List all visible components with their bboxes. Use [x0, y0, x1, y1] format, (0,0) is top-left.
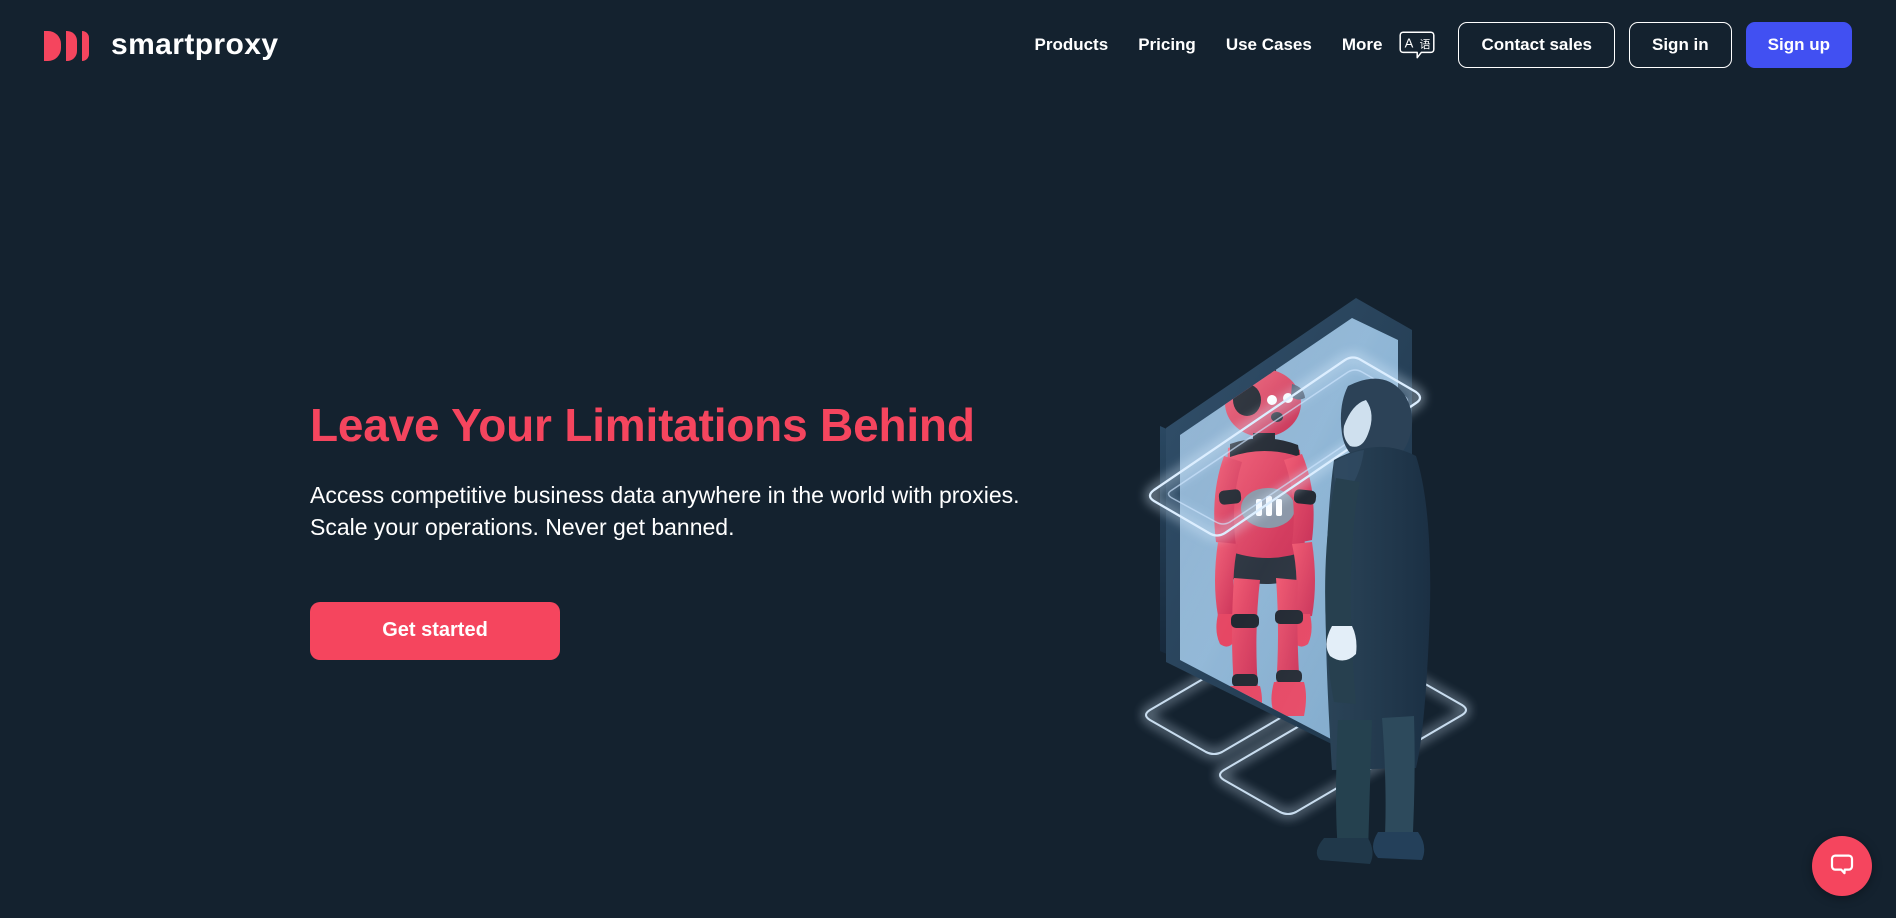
hero-headline: Leave Your Limitations Behind — [310, 399, 975, 451]
nav-link-list: Products Pricing Use Cases More — [1035, 35, 1383, 55]
hero-section: Leave Your Limitations Behind Access com… — [0, 90, 1896, 918]
hero-illustration: A businessman in a dark suit stands faci… — [1120, 190, 1580, 890]
sign-up-button[interactable]: Sign up — [1745, 22, 1852, 68]
language-latin-glyph: A — [1405, 35, 1414, 50]
sign-in-button[interactable]: Sign in — [1629, 22, 1732, 68]
logo-bar-3 — [82, 31, 89, 61]
nav-item-more[interactable]: More — [1342, 35, 1383, 55]
logo-bar-1 — [44, 31, 61, 61]
live-chat-button[interactable] — [1812, 836, 1872, 896]
nav-item-pricing[interactable]: Pricing — [1138, 35, 1196, 55]
businessman-shoe-right — [1373, 832, 1425, 860]
businessman-leg-right — [1382, 716, 1415, 852]
nav-item-use-cases[interactable]: Use Cases — [1226, 35, 1312, 55]
businessman-shoe-left — [1316, 838, 1373, 864]
logo-bar-2 — [66, 31, 77, 61]
brand-wordmark: smartproxy — [111, 28, 279, 61]
hero-copy: Leave Your Limitations Behind Access com… — [310, 400, 1030, 660]
header-actions: Contact sales Sign in Sign up — [1458, 22, 1852, 68]
smartproxy-logo-icon — [44, 29, 89, 61]
site-header: smartproxy Products Pricing Use Cases Mo… — [0, 0, 1896, 90]
businessman-leg-left — [1336, 720, 1372, 854]
contact-sales-button[interactable]: Contact sales — [1458, 22, 1615, 68]
language-translate-icon[interactable]: A 语 — [1398, 30, 1436, 60]
brand-logo[interactable]: smartproxy — [44, 29, 278, 61]
nav-item-products[interactable]: Products — [1035, 35, 1109, 55]
language-cjk-glyph: 语 — [1420, 38, 1431, 51]
businessman-hand — [1326, 626, 1357, 661]
get-started-button[interactable]: Get started — [310, 601, 560, 660]
chat-bubble-icon — [1828, 850, 1856, 883]
main-navigation: Products Pricing Use Cases More A 语 Cont… — [1035, 22, 1852, 68]
hero-subheadline: Access competitive business data anywher… — [310, 481, 1020, 541]
